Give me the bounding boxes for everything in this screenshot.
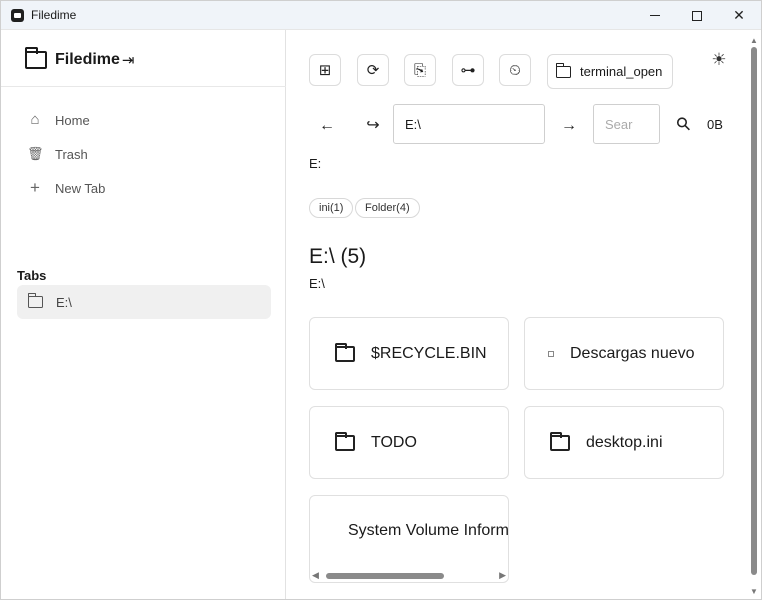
close-button[interactable]: ✕ bbox=[717, 1, 761, 30]
directory-title: E:\ (5) bbox=[309, 245, 367, 268]
tab-item-e-drive[interactable]: E:\ bbox=[17, 285, 271, 319]
grid-view-button[interactable]: ⊞ bbox=[309, 54, 341, 86]
maximize-button[interactable] bbox=[675, 1, 719, 30]
minimize-button[interactable] bbox=[633, 1, 677, 30]
folder-icon bbox=[27, 293, 43, 308]
file-name: System Volume Information bbox=[348, 522, 509, 539]
paperclip-icon: ⎘ bbox=[413, 61, 426, 79]
sidebar-item-new-tab[interactable]: + New Tab bbox=[27, 178, 105, 198]
filter-chip-ini[interactable]: ini(1) bbox=[309, 198, 354, 218]
search-input[interactable] bbox=[593, 104, 660, 144]
file-card-descargas-nuevo[interactable]: Descargas nuevo bbox=[524, 317, 724, 390]
sidebar-item-home[interactable]: ⌂ Home bbox=[27, 110, 90, 130]
collapse-sidebar-icon[interactable]: ⇥ bbox=[122, 51, 135, 69]
file-name: $RECYCLE.BIN bbox=[371, 344, 487, 362]
vertical-scrollbar[interactable]: ▲ ▼ bbox=[748, 30, 760, 599]
sidebar-item-label: Home bbox=[55, 112, 90, 128]
sidebar: Filedime ⇥ ⌂ Home 🗑 Trash + New Tab Tabs… bbox=[1, 30, 286, 599]
size-label: 0B bbox=[707, 117, 723, 132]
minimize-icon bbox=[650, 15, 660, 16]
directory-path: E:\ bbox=[309, 276, 325, 291]
back-button[interactable]: ← bbox=[315, 114, 339, 138]
sidebar-item-label: New Tab bbox=[55, 180, 106, 196]
search-button[interactable]: ⚲ bbox=[672, 112, 696, 136]
window-title: Filedime bbox=[31, 8, 77, 22]
file-name: desktop.ini bbox=[586, 433, 663, 451]
file-card-todo[interactable]: TODO bbox=[309, 406, 509, 479]
close-icon: ✕ bbox=[733, 7, 745, 23]
tab-label: E:\ bbox=[56, 294, 72, 310]
paperclip-button[interactable]: ⎘ bbox=[404, 54, 436, 86]
horizontal-scroll-thumb[interactable] bbox=[326, 573, 444, 579]
path-input[interactable] bbox=[393, 104, 545, 144]
go-button[interactable]: → bbox=[557, 114, 581, 138]
title-bar: Filedime ✕ bbox=[1, 1, 761, 30]
sidebar-divider bbox=[1, 86, 286, 87]
redo-arrow-icon: ↪ bbox=[366, 117, 380, 134]
file-card-desktop-ini[interactable]: desktop.ini bbox=[524, 406, 724, 479]
app-icon bbox=[11, 9, 24, 22]
folder-icon bbox=[550, 431, 570, 451]
drive-label: E: bbox=[309, 156, 322, 171]
folder-clock-icon: ⏲ bbox=[509, 61, 521, 79]
maximize-icon bbox=[692, 10, 702, 21]
tree-icon: ⊶ bbox=[460, 62, 476, 79]
forward-button[interactable]: ↪ bbox=[361, 114, 385, 138]
app-window: Filedime ✕ Filedime ⇥ ⌂ Home 🗑 Trash + N… bbox=[0, 0, 762, 600]
scroll-right-icon[interactable]: ▶ bbox=[499, 570, 506, 581]
brand-label: Filedime bbox=[55, 51, 120, 68]
refresh-icon: ⟳ bbox=[366, 62, 380, 79]
folder-icon bbox=[335, 342, 355, 362]
main-panel: ⊞ ⟳ ⎘ ⊶ ⏲ terminal_open ☀ ← ↪ → bbox=[287, 30, 761, 599]
refresh-button[interactable]: ⟳ bbox=[357, 54, 389, 86]
horizontal-scrollbar[interactable]: ◀ ▶ bbox=[309, 569, 509, 583]
folder-history-button[interactable]: ⏲ bbox=[499, 54, 531, 86]
sidebar-item-label: Trash bbox=[55, 146, 88, 162]
theme-toggle-button[interactable]: ☀ bbox=[708, 49, 730, 71]
broken-image-icon bbox=[548, 350, 554, 357]
arrow-right-icon: → bbox=[561, 117, 577, 134]
scroll-left-icon[interactable]: ◀ bbox=[312, 570, 319, 581]
terminal-open-button[interactable]: terminal_open bbox=[547, 54, 673, 89]
filter-chip-folder[interactable]: Folder(4) bbox=[355, 198, 420, 218]
file-name: Descargas nuevo bbox=[570, 344, 695, 362]
scroll-up-icon[interactable]: ▲ bbox=[750, 36, 758, 45]
grid-icon: ⊞ bbox=[318, 62, 332, 79]
search-icon: ⚲ bbox=[672, 112, 696, 136]
tree-view-button[interactable]: ⊶ bbox=[452, 54, 484, 86]
trash-icon: 🗑 bbox=[27, 146, 44, 161]
tabs-heading: Tabs bbox=[17, 268, 47, 283]
file-name: TODO bbox=[371, 433, 417, 451]
scroll-down-icon[interactable]: ▼ bbox=[750, 587, 758, 596]
folder-icon bbox=[335, 431, 355, 451]
sidebar-item-trash[interactable]: 🗑 Trash bbox=[27, 144, 88, 164]
home-icon: ⌂ bbox=[30, 111, 40, 128]
folder-icon bbox=[25, 47, 47, 69]
arrow-left-icon: ← bbox=[319, 117, 335, 134]
brand: Filedime ⇥ bbox=[25, 47, 135, 72]
folder-icon bbox=[555, 62, 571, 78]
terminal-open-label: terminal_open bbox=[580, 64, 663, 79]
sun-icon: ☀ bbox=[711, 50, 727, 69]
file-card-recycle-bin[interactable]: $RECYCLE.BIN bbox=[309, 317, 509, 390]
vertical-scroll-thumb[interactable] bbox=[751, 47, 757, 575]
plus-icon: + bbox=[30, 178, 40, 197]
